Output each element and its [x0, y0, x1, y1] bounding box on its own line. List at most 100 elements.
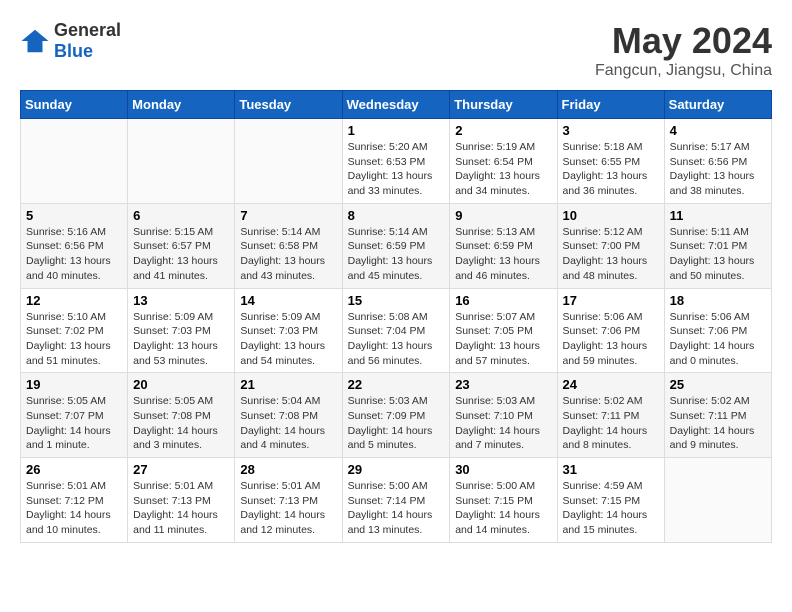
calendar-week-row: 5 Sunrise: 5:16 AMSunset: 6:56 PMDaylight… — [21, 203, 772, 288]
day-number: 3 — [563, 123, 659, 138]
day-number: 6 — [133, 208, 229, 223]
day-info: Sunrise: 5:04 AMSunset: 7:08 PMDaylight:… — [240, 394, 336, 453]
day-info: Sunrise: 5:02 AMSunset: 7:11 PMDaylight:… — [563, 394, 659, 453]
day-number: 9 — [455, 208, 551, 223]
day-info: Sunrise: 5:03 AMSunset: 7:09 PMDaylight:… — [348, 394, 445, 453]
day-number: 8 — [348, 208, 445, 223]
day-info: Sunrise: 5:06 AMSunset: 7:06 PMDaylight:… — [670, 310, 766, 369]
day-number: 14 — [240, 293, 336, 308]
day-info: Sunrise: 5:02 AMSunset: 7:11 PMDaylight:… — [670, 394, 766, 453]
logo-icon — [20, 26, 50, 56]
day-number: 15 — [348, 293, 445, 308]
day-info: Sunrise: 5:09 AMSunset: 7:03 PMDaylight:… — [240, 310, 336, 369]
day-number: 26 — [26, 462, 122, 477]
calendar-week-row: 1Sunrise: 5:20 AMSunset: 6:53 PMDaylight… — [21, 119, 772, 204]
calendar-day-cell: 31 Sunrise: 4:59 AMSunset: 7:15 PMDayligh… — [557, 458, 664, 543]
calendar-header-row: SundayMondayTuesdayWednesdayThursdayFrid… — [21, 91, 772, 119]
day-info: Sunrise: 5:05 AMSunset: 7:07 PMDaylight:… — [26, 394, 122, 453]
day-info: Sunrise: 5:18 AMSunset: 6:55 PMDaylight:… — [563, 140, 659, 199]
calendar-day-cell: 2 Sunrise: 5:19 AMSunset: 6:54 PMDaylight… — [450, 119, 557, 204]
day-info: Sunrise: 5:14 AMSunset: 6:58 PMDaylight:… — [240, 225, 336, 284]
logo-blue: Blue — [54, 41, 121, 62]
day-number: 7 — [240, 208, 336, 223]
day-number: 31 — [563, 462, 659, 477]
day-info: Sunrise: 5:16 AMSunset: 6:56 PMDaylight:… — [26, 225, 122, 284]
day-number: 16 — [455, 293, 551, 308]
day-number: 30 — [455, 462, 551, 477]
calendar-day-cell: 14 Sunrise: 5:09 AMSunset: 7:03 PMDayligh… — [235, 288, 342, 373]
day-number: 17 — [563, 293, 659, 308]
day-number: 13 — [133, 293, 229, 308]
weekday-header: Wednesday — [342, 91, 450, 119]
day-number: 22 — [348, 377, 445, 392]
calendar-day-cell: 27 Sunrise: 5:01 AMSunset: 7:13 PMDayligh… — [128, 458, 235, 543]
day-number: 18 — [670, 293, 766, 308]
weekday-header: Friday — [557, 91, 664, 119]
day-info: Sunrise: 5:12 AMSunset: 7:00 PMDaylight:… — [563, 225, 659, 284]
calendar-day-cell: 6 Sunrise: 5:15 AMSunset: 6:57 PMDaylight… — [128, 203, 235, 288]
calendar-day-cell: 9 Sunrise: 5:13 AMSunset: 6:59 PMDaylight… — [450, 203, 557, 288]
day-number: 12 — [26, 293, 122, 308]
calendar-day-cell: 11 Sunrise: 5:11 AMSunset: 7:01 PMDayligh… — [664, 203, 771, 288]
day-number: 25 — [670, 377, 766, 392]
day-number: 4 — [670, 123, 766, 138]
calendar-day-cell: 20Sunrise: 5:05 AMSunset: 7:08 PMDayligh… — [128, 373, 235, 458]
calendar-day-cell — [235, 119, 342, 204]
day-info: Sunrise: 5:09 AMSunset: 7:03 PMDaylight:… — [133, 310, 229, 369]
day-number: 2 — [455, 123, 551, 138]
day-info: Sunrise: 5:01 AMSunset: 7:12 PMDaylight:… — [26, 479, 122, 538]
logo-text: General Blue — [54, 20, 121, 62]
day-info: Sunrise: 4:59 AMSunset: 7:15 PMDaylight:… — [563, 479, 659, 538]
calendar-day-cell: 7 Sunrise: 5:14 AMSunset: 6:58 PMDaylight… — [235, 203, 342, 288]
day-number: 28 — [240, 462, 336, 477]
calendar-table: SundayMondayTuesdayWednesdayThursdayFrid… — [20, 90, 772, 543]
calendar-week-row: 12 Sunrise: 5:10 AMSunset: 7:02 PMDayligh… — [21, 288, 772, 373]
day-info: Sunrise: 5:13 AMSunset: 6:59 PMDaylight:… — [455, 225, 551, 284]
weekday-header: Saturday — [664, 91, 771, 119]
calendar-day-cell: 24Sunrise: 5:02 AMSunset: 7:11 PMDayligh… — [557, 373, 664, 458]
day-info: Sunrise: 5:19 AMSunset: 6:54 PMDaylight:… — [455, 140, 551, 199]
calendar-day-cell: 16 Sunrise: 5:07 AMSunset: 7:05 PMDayligh… — [450, 288, 557, 373]
day-info: Sunrise: 5:06 AMSunset: 7:06 PMDaylight:… — [563, 310, 659, 369]
calendar-day-cell: 25 Sunrise: 5:02 AMSunset: 7:11 PMDayligh… — [664, 373, 771, 458]
calendar-day-cell — [21, 119, 128, 204]
calendar-day-cell: 10Sunrise: 5:12 AMSunset: 7:00 PMDayligh… — [557, 203, 664, 288]
calendar-day-cell: 4 Sunrise: 5:17 AMSunset: 6:56 PMDaylight… — [664, 119, 771, 204]
day-number: 29 — [348, 462, 445, 477]
weekday-header: Thursday — [450, 91, 557, 119]
day-info: Sunrise: 5:15 AMSunset: 6:57 PMDaylight:… — [133, 225, 229, 284]
day-info: Sunrise: 5:07 AMSunset: 7:05 PMDaylight:… — [455, 310, 551, 369]
page-header: General Blue May 2024 Fangcun, Jiangsu, … — [20, 20, 772, 80]
calendar-day-cell: 17 Sunrise: 5:06 AMSunset: 7:06 PMDayligh… — [557, 288, 664, 373]
day-number: 27 — [133, 462, 229, 477]
day-number: 20 — [133, 377, 229, 392]
calendar-day-cell: 21 Sunrise: 5:04 AMSunset: 7:08 PMDayligh… — [235, 373, 342, 458]
calendar-day-cell: 8 Sunrise: 5:14 AMSunset: 6:59 PMDaylight… — [342, 203, 450, 288]
calendar-day-cell: 22 Sunrise: 5:03 AMSunset: 7:09 PMDayligh… — [342, 373, 450, 458]
day-info: Sunrise: 5:14 AMSunset: 6:59 PMDaylight:… — [348, 225, 445, 284]
calendar-day-cell: 23Sunrise: 5:03 AMSunset: 7:10 PMDayligh… — [450, 373, 557, 458]
day-info: Sunrise: 5:17 AMSunset: 6:56 PMDaylight:… — [670, 140, 766, 199]
calendar-week-row: 19 Sunrise: 5:05 AMSunset: 7:07 PMDayligh… — [21, 373, 772, 458]
day-info: Sunrise: 5:11 AMSunset: 7:01 PMDaylight:… — [670, 225, 766, 284]
day-number: 21 — [240, 377, 336, 392]
day-info: Sunrise: 5:01 AMSunset: 7:13 PMDaylight:… — [133, 479, 229, 538]
calendar-day-cell: 1Sunrise: 5:20 AMSunset: 6:53 PMDaylight… — [342, 119, 450, 204]
day-number: 1 — [348, 123, 445, 138]
calendar-day-cell: 30 Sunrise: 5:00 AMSunset: 7:15 PMDayligh… — [450, 458, 557, 543]
calendar-day-cell — [128, 119, 235, 204]
day-number: 19 — [26, 377, 122, 392]
calendar-day-cell: 15Sunrise: 5:08 AMSunset: 7:04 PMDayligh… — [342, 288, 450, 373]
day-info: Sunrise: 5:00 AMSunset: 7:14 PMDaylight:… — [348, 479, 445, 538]
calendar-day-cell: 28Sunrise: 5:01 AMSunset: 7:13 PMDayligh… — [235, 458, 342, 543]
day-number: 11 — [670, 208, 766, 223]
day-info: Sunrise: 5:10 AMSunset: 7:02 PMDaylight:… — [26, 310, 122, 369]
month-title: May 2024 — [595, 20, 772, 62]
day-info: Sunrise: 5:00 AMSunset: 7:15 PMDaylight:… — [455, 479, 551, 538]
weekday-header: Monday — [128, 91, 235, 119]
logo-general: General — [54, 20, 121, 41]
calendar-day-cell: 26 Sunrise: 5:01 AMSunset: 7:12 PMDayligh… — [21, 458, 128, 543]
day-number: 5 — [26, 208, 122, 223]
weekday-header: Sunday — [21, 91, 128, 119]
calendar-week-row: 26 Sunrise: 5:01 AMSunset: 7:12 PMDayligh… — [21, 458, 772, 543]
